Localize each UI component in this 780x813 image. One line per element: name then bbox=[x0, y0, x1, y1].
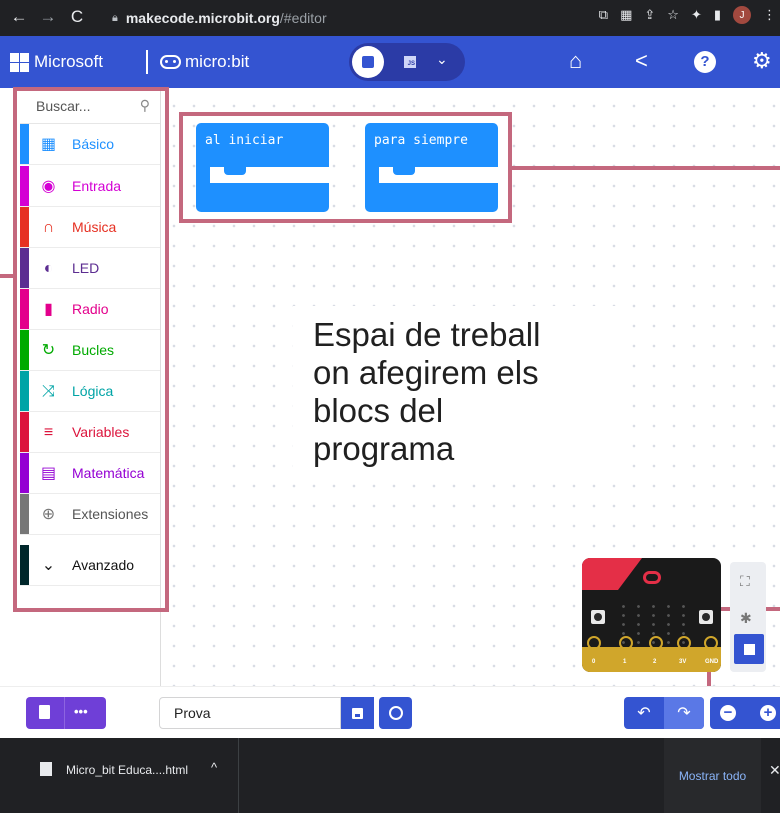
editor-bottom-bar: ••• ↶ ↷ − + bbox=[0, 686, 780, 738]
translate-icon[interactable]: ▦ bbox=[620, 7, 632, 23]
settings-gear-icon[interactable]: ⚙ bbox=[752, 49, 772, 73]
help-icon[interactable]: ? bbox=[694, 51, 716, 73]
download-shelf: Micro_bit Educa....html ^ Mostrar todo ✕ bbox=[0, 738, 780, 813]
forward-arrow-icon[interactable]: → bbox=[35, 7, 61, 27]
toolbox-pointer-line bbox=[0, 274, 14, 278]
url-host: makecode.microbit.org bbox=[125, 10, 280, 26]
microbit-simulator[interactable]: 0 1 2 3V GND bbox=[582, 558, 721, 672]
profile-avatar[interactable]: J bbox=[733, 6, 751, 24]
language-dropdown-icon[interactable]: ⌄ bbox=[436, 51, 448, 68]
header-divider bbox=[146, 50, 148, 74]
address-bar[interactable]: 🔒︎ makecode.microbit.org/#editor bbox=[112, 6, 536, 30]
blocks-highlight-box bbox=[179, 112, 512, 223]
caption-line: Espai de treball bbox=[313, 316, 541, 353]
side-panel-icon[interactable]: ▮ bbox=[714, 7, 721, 23]
extensions-puzzle-icon[interactable]: ✦ bbox=[691, 7, 702, 23]
file-icon bbox=[40, 762, 52, 776]
microbit-face-icon bbox=[160, 55, 181, 69]
button-b[interactable] bbox=[699, 610, 713, 624]
back-arrow-icon[interactable]: ← bbox=[6, 7, 32, 27]
pin-label: 1 bbox=[623, 659, 627, 665]
zoom-out-icon[interactable]: − bbox=[720, 705, 736, 721]
edge-connector bbox=[582, 647, 721, 672]
caption-line: blocs del bbox=[313, 392, 444, 429]
home-icon[interactable]: ⌂ bbox=[569, 49, 582, 73]
microbit-logo[interactable]: micro:bit bbox=[160, 52, 249, 72]
workspace-caption: Espai de treball on afegirem els blocs d… bbox=[293, 306, 625, 484]
save-disk-icon bbox=[352, 707, 363, 719]
stop-icon bbox=[743, 643, 755, 655]
blocks-mode-button[interactable] bbox=[352, 46, 384, 78]
more-options-icon[interactable]: ••• bbox=[74, 704, 88, 719]
reload-icon[interactable]: C bbox=[64, 7, 90, 27]
microbit-corner-graphic bbox=[582, 558, 642, 590]
share-icon[interactable]: < bbox=[635, 49, 648, 73]
pin-label: 2 bbox=[653, 659, 657, 665]
puzzle-icon bbox=[362, 56, 374, 68]
pin-label: 0 bbox=[592, 659, 596, 665]
project-name-input[interactable] bbox=[159, 697, 341, 729]
pin-1[interactable] bbox=[619, 636, 633, 650]
pin-2[interactable] bbox=[649, 636, 663, 650]
microsoft-brand[interactable]: Microsoft bbox=[34, 52, 103, 72]
pin-0[interactable] bbox=[587, 636, 601, 650]
browser-toolbar: ← → C 🔒︎ makecode.microbit.org/#editor ⧉… bbox=[0, 0, 780, 36]
microbit-brand: micro:bit bbox=[185, 52, 250, 71]
install-icon[interactable]: ⧉ bbox=[599, 7, 608, 23]
chevron-up-icon[interactable]: ^ bbox=[211, 760, 217, 775]
pin-label: 3V bbox=[679, 659, 687, 665]
download-icon bbox=[39, 705, 50, 719]
pin-gnd[interactable] bbox=[704, 636, 718, 650]
undo-icon[interactable]: ↶ bbox=[624, 697, 664, 729]
close-icon[interactable]: ✕ bbox=[769, 762, 780, 779]
toolbox-highlight-box bbox=[13, 87, 169, 612]
download-button[interactable]: ••• bbox=[26, 697, 106, 729]
download-file-name[interactable]: Micro_bit Educa....html bbox=[66, 763, 188, 777]
lock-icon: 🔒︎ bbox=[112, 11, 118, 24]
browser-actions: ⧉ ▦ ⇪ ☆ ✦ ▮ J ⋮ bbox=[599, 6, 776, 24]
caption-line: on afegirem els bbox=[313, 354, 539, 391]
microsoft-logo-icon bbox=[10, 53, 29, 72]
button-a[interactable] bbox=[591, 610, 605, 624]
fullscreen-icon[interactable]: ⛶ bbox=[740, 573, 750, 590]
touch-logo-icon[interactable] bbox=[643, 571, 661, 584]
undo-redo-group: ↶ ↷ bbox=[624, 697, 704, 729]
makecode-header: Microsoft micro:bit JS ⌄ ⌂ < ? ⚙ bbox=[0, 36, 780, 88]
caption-line: programa bbox=[313, 430, 455, 467]
stop-simulator-button[interactable] bbox=[734, 634, 764, 664]
zoom-in-icon[interactable]: + bbox=[760, 705, 776, 721]
kebab-menu-icon[interactable]: ⋮ bbox=[763, 7, 776, 23]
blocks-pointer-line bbox=[511, 166, 780, 170]
javascript-mode-button[interactable]: JS bbox=[404, 56, 416, 68]
slow-mo-icon[interactable]: ✱ bbox=[740, 610, 752, 627]
editor-toggle: JS ⌄ bbox=[349, 43, 465, 81]
bookmark-star-icon[interactable]: ☆ bbox=[667, 7, 679, 23]
show-all-button[interactable]: Mostrar todo bbox=[664, 738, 761, 813]
pin-3v[interactable] bbox=[677, 636, 691, 650]
github-icon bbox=[388, 706, 403, 720]
github-button[interactable] bbox=[379, 697, 412, 729]
zoom-group: − + bbox=[710, 697, 780, 729]
save-button[interactable] bbox=[341, 697, 374, 729]
redo-icon[interactable]: ↷ bbox=[664, 697, 704, 729]
url-path: /#editor bbox=[279, 10, 327, 26]
pin-label: GND bbox=[705, 659, 719, 665]
share-icon[interactable]: ⇪ bbox=[644, 7, 655, 23]
